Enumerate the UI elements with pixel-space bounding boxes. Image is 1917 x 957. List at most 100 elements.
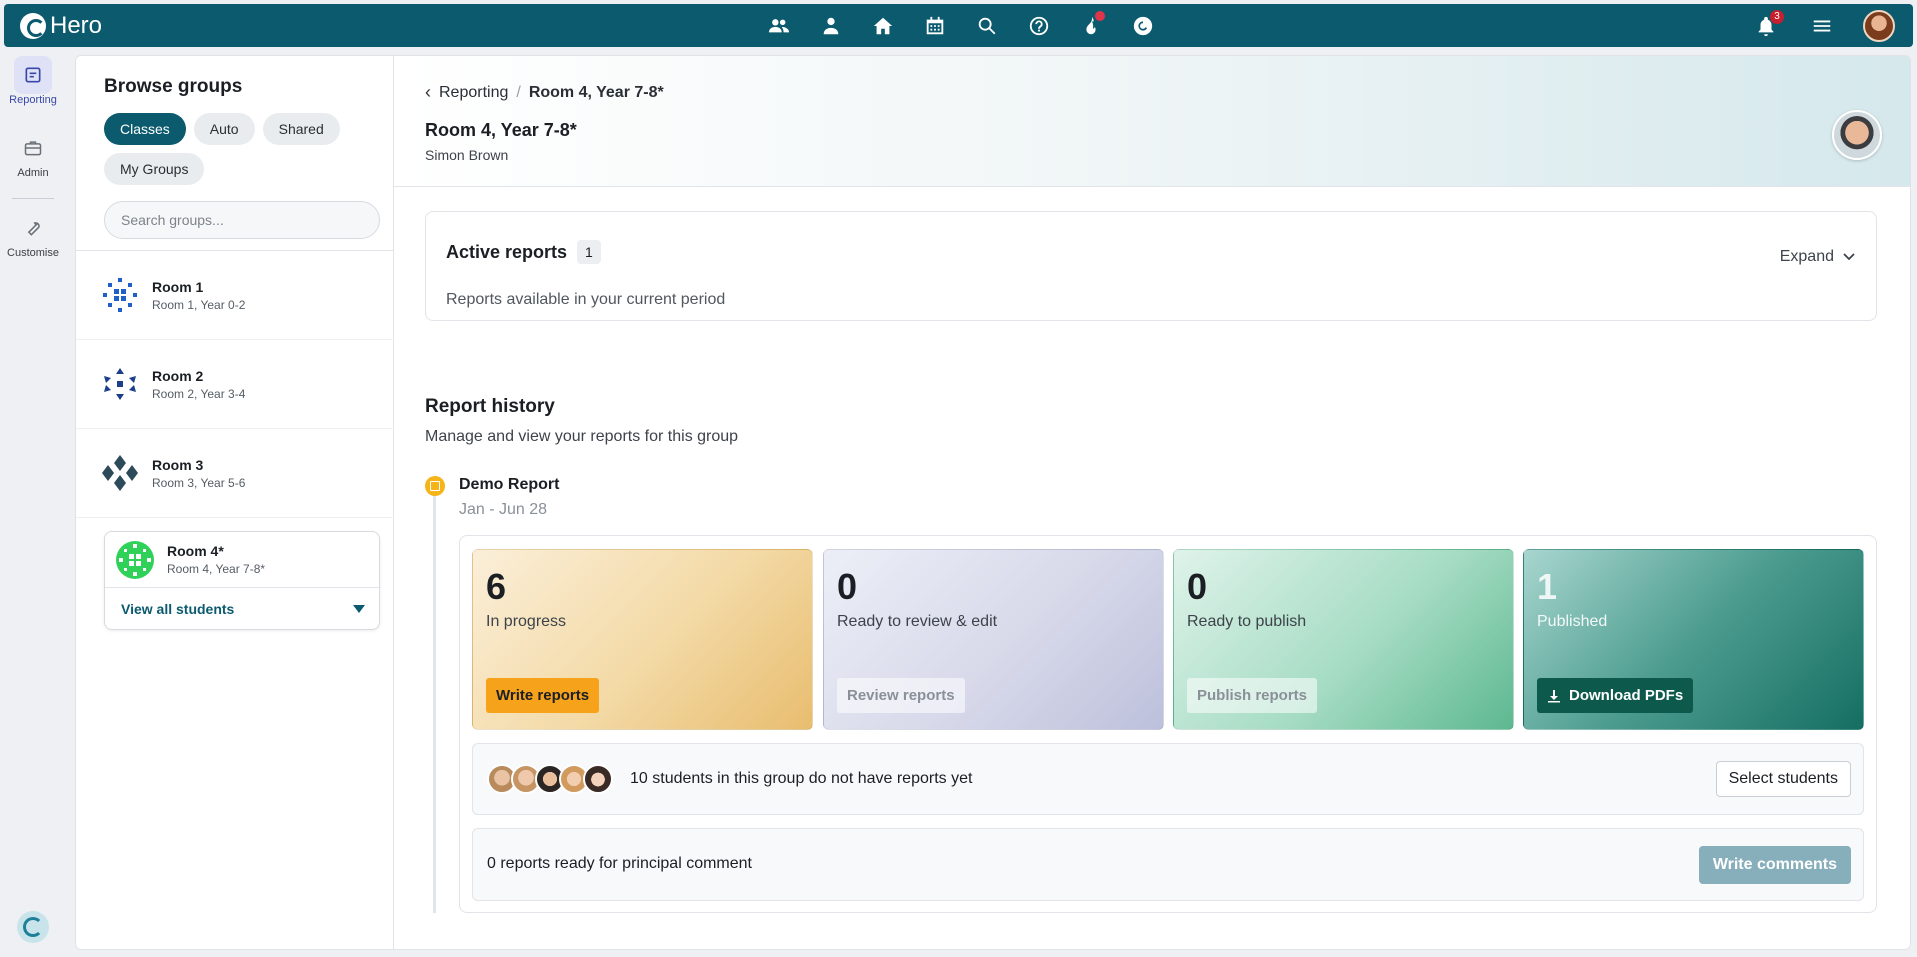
student-avatars	[487, 764, 613, 794]
group-sub: Room 4, Year 7-8*	[167, 562, 266, 576]
active-reports-card: Active reports 1 Reports available in yo…	[425, 211, 1877, 321]
chevron-left-icon[interactable]: ‹	[425, 82, 431, 103]
app-name: Hero	[50, 12, 103, 39]
rail-item-reporting[interactable]: Reporting	[0, 56, 66, 106]
menu-icon[interactable]	[1807, 11, 1837, 41]
teacher-avatar	[1832, 110, 1882, 160]
teacher-name: Simon Brown	[425, 147, 509, 163]
group-pattern-icon	[102, 455, 138, 491]
select-students-button[interactable]: Select students	[1715, 761, 1851, 797]
stat-label: Published	[1537, 613, 1608, 630]
expand-button[interactable]: Expand	[1780, 248, 1856, 266]
rail-item-label: Reporting	[9, 94, 57, 106]
group-pattern-icon	[101, 276, 139, 314]
download-pdfs-button[interactable]: Download PDFs	[1537, 678, 1694, 713]
fire-icon[interactable]	[1076, 10, 1106, 41]
top-nav	[764, 4, 1158, 47]
stat-in-progress: 6 In progress Write reports	[472, 549, 813, 730]
stat-label: Ready to review & edit	[837, 613, 998, 630]
report-timeline-icon	[425, 476, 445, 496]
filter-auto[interactable]: Auto	[193, 113, 255, 145]
home-icon[interactable]	[868, 11, 898, 41]
report-box: 6 In progress Write reports 0 Ready to r…	[459, 535, 1877, 913]
timeline-line	[433, 495, 436, 913]
write-comments-button[interactable]: Write comments	[1698, 846, 1851, 884]
notification-badge: 3	[1769, 8, 1785, 25]
stat-count: 6	[486, 566, 507, 607]
briefcase-icon	[14, 129, 52, 167]
stat-ready-to-review: 0 Ready to review & edit Review reports	[823, 549, 1164, 730]
rail-item-customise[interactable]: Customise	[0, 209, 66, 259]
stat-count: 0	[1187, 566, 1208, 607]
stat-label: Ready to publish	[1187, 613, 1307, 630]
stat-label: In progress	[486, 613, 567, 630]
students-without-reports-row: 10 students in this group do not have re…	[472, 743, 1864, 815]
people-icon[interactable]	[764, 11, 794, 41]
group-pattern-icon	[104, 368, 136, 400]
view-all-students-label: View all students	[121, 601, 235, 617]
person-icon[interactable]	[816, 11, 846, 41]
breadcrumb: ‹ Reporting / Room 4, Year 7-8*	[425, 82, 664, 103]
search-icon[interactable]	[972, 11, 1002, 41]
hero-assistant-icon[interactable]	[17, 911, 49, 943]
download-icon	[1548, 689, 1560, 702]
student-avatar	[583, 764, 613, 794]
selected-group-header[interactable]: Room 4* Room 4, Year 7-8*	[105, 532, 379, 588]
group-sub: Room 1, Year 0-2	[152, 297, 246, 312]
rail-divider	[12, 198, 54, 199]
view-all-students-toggle[interactable]: View all students	[105, 588, 379, 630]
group-item-room-2[interactable]: Room 2 Room 2, Year 3-4	[76, 340, 394, 429]
left-rail: Reporting Admin Customise	[0, 52, 66, 957]
download-pdfs-label: Download PDFs	[1569, 687, 1684, 704]
user-avatar[interactable]	[1863, 9, 1895, 42]
breadcrumb-reporting[interactable]: Reporting	[439, 84, 508, 102]
breadcrumb-current: Room 4, Year 7-8*	[528, 83, 664, 101]
students-without-reports-text: 10 students in this group do not have re…	[630, 770, 973, 787]
group-header: ‹ Reporting / Room 4, Year 7-8* Room 4, …	[394, 56, 1910, 187]
filter-classes[interactable]: Classes	[104, 113, 186, 145]
wrench-icon	[14, 209, 52, 247]
help-icon[interactable]	[1024, 11, 1054, 41]
report-name: Demo Report	[459, 476, 560, 493]
group-sub: Room 3, Year 5-6	[152, 475, 246, 490]
active-reports-count: 1	[577, 240, 601, 264]
active-reports-heading: Active reports	[446, 241, 568, 262]
principal-comment-text: 0 reports ready for principal comment	[487, 855, 752, 872]
top-bar: Hero 3	[4, 4, 1913, 47]
fire-alert-dot	[1095, 10, 1105, 21]
report-history-subtitle: Manage and view your reports for this gr…	[425, 428, 739, 445]
rail-item-label: Customise	[7, 247, 59, 259]
filter-shared[interactable]: Shared	[262, 113, 340, 145]
group-item-room-1[interactable]: Room 1 Room 1, Year 0-2	[76, 251, 394, 340]
top-right: 3	[1751, 4, 1895, 47]
report-dates: Jan - Jun 28	[459, 501, 548, 518]
group-sub: Room 2, Year 3-4	[152, 386, 246, 401]
group-pattern-icon	[116, 540, 154, 579]
group-name: Room 1	[152, 278, 204, 295]
search-groups-input[interactable]	[104, 201, 380, 239]
rail-item-admin[interactable]: Admin	[0, 129, 66, 179]
chevron-down-icon	[1843, 253, 1855, 261]
notifications-bell-icon[interactable]: 3	[1751, 8, 1785, 41]
write-reports-button[interactable]: Write reports	[486, 678, 600, 713]
stat-count: 0	[837, 566, 858, 607]
stat-ready-to-publish: 0 Ready to publish Publish reports	[1173, 549, 1514, 730]
active-reports-title: Active reports 1	[446, 240, 601, 264]
hero-logo-icon	[20, 13, 46, 39]
active-reports-subtitle: Reports available in your current period	[446, 291, 726, 308]
principal-comment-row: 0 reports ready for principal comment Wr…	[472, 828, 1864, 901]
report-history-title: Report history	[425, 396, 555, 417]
hero-icon[interactable]	[1128, 11, 1158, 41]
caret-down-icon	[353, 605, 365, 613]
page-title: Room 4, Year 7-8*	[425, 120, 577, 140]
publish-reports-button[interactable]: Publish reports	[1187, 678, 1318, 713]
filter-my-groups[interactable]: My Groups	[104, 153, 205, 185]
groups-sidebar: Browse groups Classes Auto Shared My Gro…	[76, 56, 394, 949]
selected-group-card: Room 4* Room 4, Year 7-8* View all stude…	[104, 531, 380, 630]
expand-label: Expand	[1779, 248, 1834, 265]
hero-logo[interactable]: Hero	[20, 12, 102, 40]
group-item-room-3[interactable]: Room 3 Room 3, Year 5-6	[76, 429, 394, 518]
calendar-icon[interactable]	[920, 11, 950, 41]
rail-item-label: Admin	[17, 167, 49, 179]
review-reports-button[interactable]: Review reports	[837, 678, 965, 713]
